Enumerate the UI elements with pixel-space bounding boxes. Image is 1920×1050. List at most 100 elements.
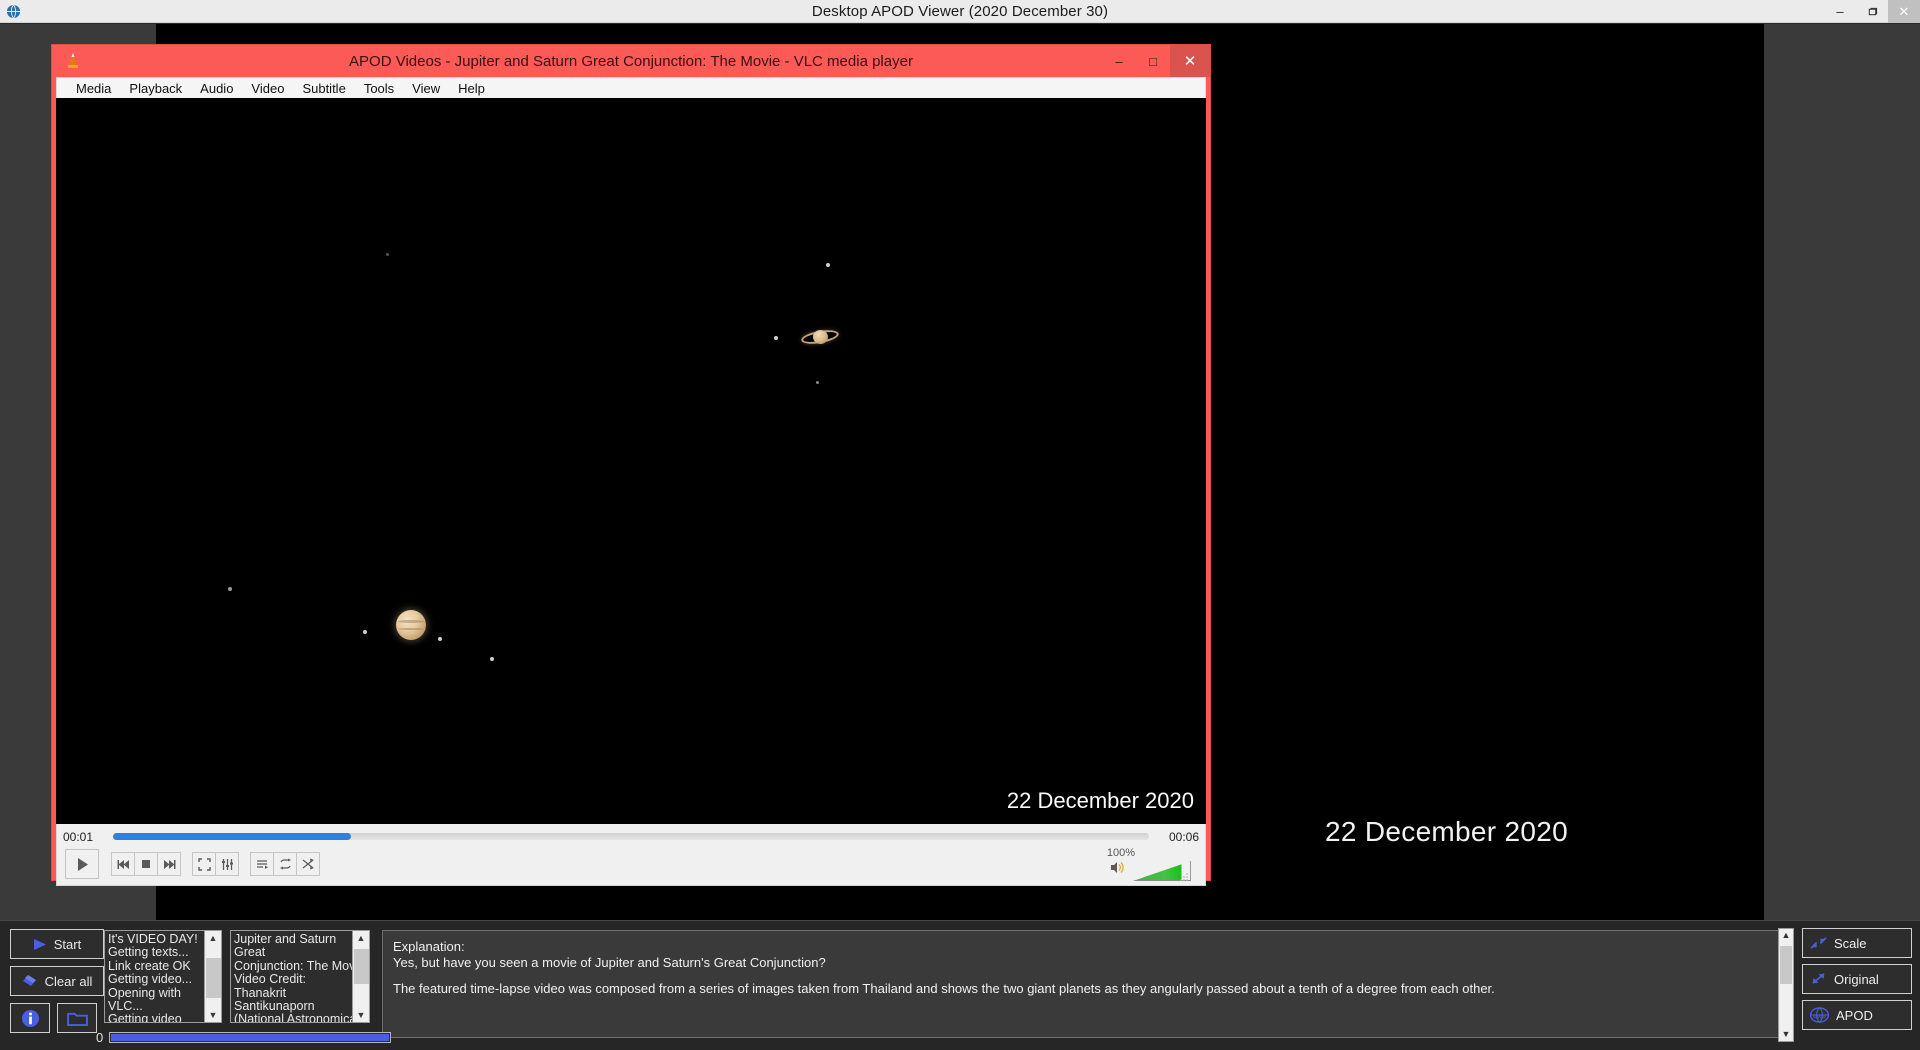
canvas-date-overlay: 22 December 2020 [1325, 816, 1568, 847]
vlc-control-bar: 00:01 00:06 100% [56, 824, 1206, 886]
list-item[interactable]: Getting video thumbnail... [108, 1013, 218, 1022]
scale-in-icon [1809, 935, 1828, 951]
star-speck [363, 630, 367, 634]
vlc-minimize-button[interactable]: – [1102, 45, 1136, 77]
info-button[interactable] [10, 1003, 50, 1033]
playlist-button[interactable] [250, 852, 274, 876]
os-window-controls: – ✕ [1824, 0, 1920, 23]
progress-value-label: 0 [96, 1030, 104, 1045]
scale-button[interactable]: Scale [1802, 928, 1912, 958]
elapsed-time-label: 00:01 [63, 829, 94, 844]
explanation-spacer [393, 971, 1783, 981]
explanation-heading: Explanation: [393, 939, 465, 954]
star-speck [490, 657, 494, 661]
chevron-down-icon[interactable]: ▼ [357, 1008, 366, 1022]
resize-grip-icon[interactable] [1179, 869, 1189, 881]
explanation-scrollbar[interactable]: ▲ ▼ [1778, 928, 1794, 1042]
menu-item-playback[interactable]: Playback [120, 79, 191, 98]
menu-item-media[interactable]: Media [67, 79, 120, 98]
star-speck [228, 587, 232, 591]
menu-item-view[interactable]: View [403, 79, 449, 98]
saturn-body [813, 330, 828, 344]
list-item[interactable]: Jupiter and Saturn Great [234, 932, 366, 960]
next-button[interactable] [157, 852, 181, 876]
fullscreen-button[interactable] [192, 852, 216, 876]
chevron-up-icon[interactable]: ▲ [209, 931, 218, 945]
original-button-label: Original [1834, 971, 1879, 987]
scrollbar-thumb[interactable] [354, 949, 369, 984]
transport-button-group [111, 852, 181, 876]
vlc-titlebar[interactable]: APOD Videos - Jupiter and Saturn Great C… [52, 45, 1210, 77]
chevron-up-icon[interactable]: ▲ [357, 931, 366, 945]
explanation-textbox[interactable]: Explanation: Yes, but have you seen a mo… [382, 930, 1794, 1038]
star-speck [438, 637, 442, 641]
os-minimize-button[interactable]: – [1824, 0, 1856, 23]
clear-all-button-label: Clear all [44, 973, 93, 989]
star-speck [774, 336, 778, 340]
vlc-media-player-window[interactable]: APOD Videos - Jupiter and Saturn Great C… [51, 44, 1211, 886]
list-item[interactable]: (National Astronomical [234, 1013, 366, 1022]
menu-item-audio[interactable]: Audio [191, 79, 242, 98]
list-item[interactable]: Thanakrit Santikunaporn [234, 986, 366, 1014]
loop-button[interactable] [273, 852, 297, 876]
seek-slider-fill [113, 833, 352, 840]
list-item[interactable]: It's VIDEO DAY! [108, 932, 218, 946]
explanation-line-1: Yes, but have you seen a movie of Jupite… [393, 955, 826, 970]
os-maximize-button[interactable] [1856, 0, 1888, 23]
video-credit-listbox[interactable]: Jupiter and Saturn Great Conjunction: Th… [230, 930, 370, 1023]
original-button[interactable]: Original [1802, 964, 1912, 994]
play-triangle-icon [33, 938, 47, 951]
list-item[interactable]: Opening with VLC... [108, 986, 218, 1014]
chevron-down-icon[interactable]: ▼ [1779, 1028, 1793, 1041]
list-item[interactable]: Link create OK [108, 959, 218, 973]
vlc-close-button[interactable]: ✕ [1170, 45, 1210, 77]
clear-all-button[interactable]: Clear all [10, 966, 104, 996]
list-item[interactable]: Video Credit: [234, 972, 366, 986]
left-button-column: Start Clear all [0, 921, 104, 1050]
desktop-right-margin [1764, 24, 1920, 920]
vlc-maximize-button[interactable]: □ [1136, 45, 1170, 77]
scrollbar-thumb[interactable] [1780, 946, 1792, 984]
apod-button-label: APOD [1836, 1007, 1873, 1023]
shuffle-button[interactable] [296, 852, 320, 876]
menu-item-help[interactable]: Help [449, 79, 494, 98]
volume-control[interactable]: 100% [1107, 847, 1191, 881]
chevron-up-icon[interactable]: ▲ [1779, 929, 1793, 942]
vlc-buttons-row: 100% [57, 846, 1205, 882]
download-progress-bar [109, 1032, 392, 1043]
status-log-listbox[interactable]: It's VIDEO DAY! Getting texts... Link cr… [104, 930, 222, 1023]
start-button[interactable]: Start [10, 929, 104, 959]
star-speck [826, 263, 830, 267]
icon-button-row [10, 1003, 104, 1033]
list-item[interactable]: Getting video... [108, 972, 218, 986]
apod-button[interactable]: www APOD [1802, 1000, 1912, 1030]
scrollbar-thumb[interactable] [206, 958, 221, 998]
vlc-window-title: APOD Videos - Jupiter and Saturn Great C… [349, 52, 913, 70]
status-log-scrollbar[interactable]: ▲ ▼ [204, 931, 221, 1022]
list-item[interactable]: Getting texts... [108, 945, 218, 959]
play-button[interactable] [65, 849, 99, 879]
os-close-button[interactable]: ✕ [1888, 0, 1920, 23]
list-item[interactable]: Conjunction: The Movie [234, 959, 366, 973]
folder-button[interactable] [57, 1003, 97, 1033]
download-progress-fill [111, 1034, 390, 1041]
vlc-video-surface[interactable]: 22 December 2020 [56, 98, 1206, 824]
right-button-column: Scale Original www APOD [1802, 921, 1920, 1050]
chevron-down-icon[interactable]: ▼ [209, 1008, 218, 1022]
playlist-button-group [250, 852, 320, 876]
stop-button[interactable] [134, 852, 158, 876]
seek-slider[interactable] [113, 833, 1149, 840]
video-date-overlay: 22 December 2020 [1006, 788, 1194, 813]
previous-button[interactable] [111, 852, 135, 876]
jupiter-planet [396, 610, 426, 640]
menu-item-subtitle[interactable]: Subtitle [293, 79, 354, 98]
vlc-menubar: Media Playback Audio Video Subtitle Tool… [56, 77, 1206, 98]
menu-item-tools[interactable]: Tools [355, 79, 403, 98]
equalizer-button[interactable] [215, 852, 239, 876]
menu-item-video[interactable]: Video [242, 79, 293, 98]
speaker-icon[interactable] [1110, 860, 1127, 880]
progress-row: 0 [96, 1030, 392, 1045]
scale-button-label: Scale [1834, 935, 1867, 951]
star-speck [816, 381, 819, 384]
video-credit-scrollbar[interactable]: ▲ ▼ [352, 931, 369, 1022]
